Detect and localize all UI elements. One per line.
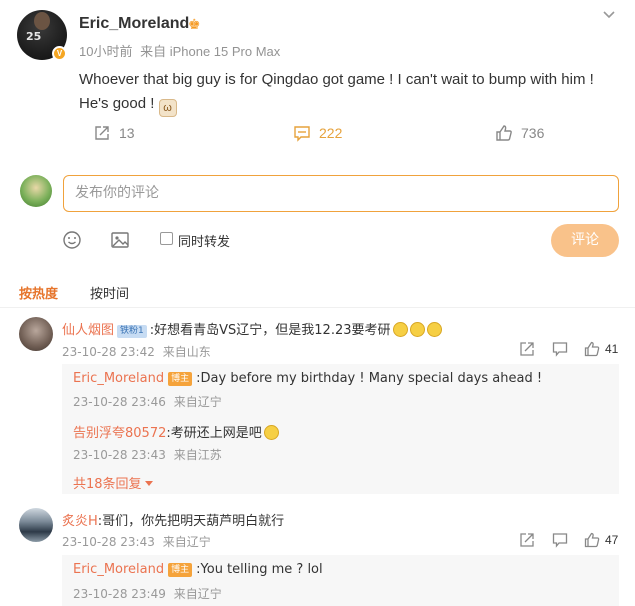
comment-location: 来自辽宁 — [162, 535, 211, 549]
comment-like-count: 47 — [605, 533, 619, 547]
more-replies-link[interactable]: 共18条回复 — [73, 473, 153, 492]
comment-like-button[interactable]: 41 — [584, 341, 618, 357]
comment-meta: 23-10-28 23:42 来自山东 — [62, 343, 215, 360]
post-text: Whoever that big guy is for Qingdao got … — [79, 68, 619, 117]
reply-location: 来自辽宁 — [173, 395, 222, 409]
submit-comment-button[interactable]: 评论 — [551, 224, 619, 257]
reply-user[interactable]: Eric_Moreland — [73, 562, 164, 577]
emoji-icon[interactable] — [62, 230, 82, 250]
post-meta: 10小时前 来自 iPhone 15 Pro Max — [79, 41, 284, 60]
image-icon[interactable] — [110, 230, 130, 250]
reply-meta: 23-10-28 23:46 来自辽宁 — [73, 393, 226, 410]
comment-icon — [294, 126, 310, 142]
caret-down-icon — [144, 480, 153, 486]
share-icon[interactable] — [519, 532, 535, 548]
smirk-emoji-icon — [263, 425, 279, 440]
verified-badge-icon: V — [52, 46, 67, 61]
crying-emoji-icon — [426, 322, 442, 337]
thumbs-up-icon — [496, 125, 512, 141]
share-icon — [95, 126, 109, 140]
post-source: 来自 iPhone 15 Pro Max — [140, 44, 281, 59]
reply-text: 告别浮夸80572:考研还上网是吧 — [73, 422, 279, 441]
comment-icon[interactable] — [552, 532, 568, 548]
comment-time: 23-10-28 23:42 — [62, 345, 155, 359]
comment-like-count: 41 — [605, 342, 619, 356]
chevron-down-icon[interactable] — [602, 8, 616, 22]
my-avatar[interactable] — [20, 175, 52, 207]
comment-icon[interactable] — [552, 341, 568, 357]
reply-content: :You telling me ? lol — [196, 562, 323, 577]
thumbs-up-icon — [584, 532, 600, 548]
comment-text: 炙炎H:哥们，你先把明天葫芦明白就行 — [62, 510, 284, 529]
reply-time: 23-10-28 23:43 — [73, 448, 166, 462]
reply-user[interactable]: Eric_Moreland — [73, 371, 164, 386]
author-badge: 博主 — [168, 372, 193, 386]
reply-content: :Day before my birthday ! Many special d… — [196, 371, 543, 386]
reply-time: 23-10-28 23:46 — [73, 395, 166, 409]
comment-time: 23-10-28 23:43 — [62, 535, 155, 549]
fan-badge: 铁粉1 — [117, 325, 147, 338]
comment-user[interactable]: 炙炎H — [62, 514, 98, 529]
like-count: 736 — [521, 125, 545, 141]
tab-sort-time[interactable]: 按时间 — [90, 283, 129, 302]
repost-checkbox[interactable] — [160, 232, 173, 245]
cat-emoji-icon: ω — [158, 99, 177, 117]
comment-content: :好想看青岛VS辽宁，但是我12.23要考研 — [149, 323, 391, 338]
reply-location: 来自辽宁 — [173, 587, 222, 601]
comment-content: :哥们，你先把明天葫芦明白就行 — [97, 514, 285, 529]
share-icon[interactable] — [519, 341, 535, 357]
comment-count: 222 — [319, 125, 343, 141]
repost-checkbox-label: 同时转发 — [178, 235, 231, 250]
reply-location: 来自江苏 — [173, 448, 222, 462]
like-button[interactable]: 736 — [495, 124, 544, 142]
crying-emoji-icon — [392, 322, 408, 337]
crying-emoji-icon — [409, 322, 425, 337]
comment-user[interactable]: 仙人烟图 — [62, 323, 114, 338]
reply-meta: 23-10-28 23:43 来自江苏 — [73, 446, 226, 463]
repost-button[interactable]: 13 — [93, 124, 135, 142]
reply-content: :考研还上网是吧 — [166, 426, 262, 441]
comment-meta: 23-10-28 23:43 来自辽宁 — [62, 533, 215, 550]
comment-avatar[interactable] — [19, 317, 53, 351]
post-time[interactable]: 10小时前 — [79, 44, 132, 59]
more-replies-label: 共18条回复 — [73, 477, 142, 492]
reply-text: Eric_Moreland 博主:You telling me ? lol — [73, 562, 323, 577]
reply-meta: 23-10-28 23:49 来自辽宁 — [73, 585, 226, 602]
author-badge: 博主 — [168, 563, 193, 577]
tab-sort-hot[interactable]: 按热度 — [19, 283, 58, 302]
reply-text: Eric_Moreland 博主:Day before my birthday !… — [73, 371, 542, 386]
post-author-name[interactable]: Eric_Moreland — [79, 15, 189, 33]
crown-icon: ♚ — [188, 16, 201, 32]
comment-location: 来自山东 — [162, 345, 211, 359]
divider — [0, 307, 635, 308]
post-text-content: Whoever that big guy is for Qingdao got … — [79, 71, 594, 112]
comment-avatar[interactable] — [19, 508, 53, 542]
comment-button[interactable]: 222 — [293, 124, 342, 142]
reply-user[interactable]: 告别浮夸80572 — [73, 426, 166, 441]
comment-text: 仙人烟图 铁粉1:好想看青岛VS辽宁，但是我12.23要考研 — [62, 319, 442, 338]
comment-like-button[interactable]: 47 — [584, 532, 618, 548]
reply-time: 23-10-28 23:49 — [73, 587, 166, 601]
comment-input[interactable]: 发布你的评论 — [63, 175, 619, 212]
thumbs-up-icon — [584, 341, 600, 357]
repost-count: 13 — [119, 125, 135, 141]
